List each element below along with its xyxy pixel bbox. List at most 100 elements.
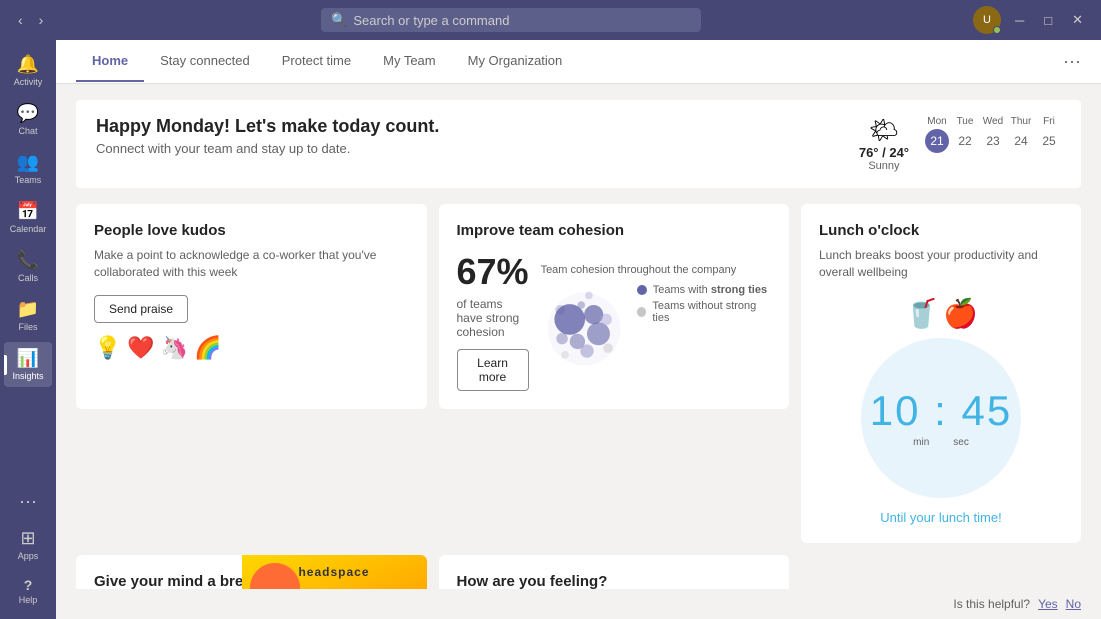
sidebar-item-activity[interactable]: 🔔 Activity xyxy=(4,48,52,93)
cal-day-fri: Fri 25 xyxy=(1037,116,1061,153)
lunch-icons: 🥤 🍎 xyxy=(904,297,978,330)
cohesion-header-text: Team cohesion throughout the company xyxy=(541,264,771,276)
feeling-title: How are you feeling? xyxy=(457,573,772,589)
sidebar-label-calendar: Calendar xyxy=(10,224,47,234)
nav-forward-button[interactable]: › xyxy=(33,10,50,30)
search-input[interactable] xyxy=(353,13,691,28)
headspace-logo: headspace xyxy=(298,565,369,579)
timer-min-label: min xyxy=(913,437,929,448)
lunch-subtitle: Until your lunch time! xyxy=(880,510,1001,525)
sidebar-item-apps[interactable]: ⊞ Apps xyxy=(4,522,52,567)
topnav-tabs: Home Stay connected Protect time My Team… xyxy=(76,41,578,82)
lunch-timer-area: 🥤 🍎 10 : 45 min sec Until your lunch tim… xyxy=(819,297,1063,525)
cohesion-bubble-chart xyxy=(541,284,627,374)
cal-day-name: Wed xyxy=(983,116,1003,127)
files-icon: 📁 xyxy=(17,299,39,320)
cal-day-num: 23 xyxy=(981,129,1005,153)
send-praise-button[interactable]: Send praise xyxy=(94,295,188,323)
search-icon: 🔍 xyxy=(331,12,347,28)
headspace-circle xyxy=(250,563,300,589)
sidebar-item-insights[interactable]: 📊 Insights xyxy=(4,342,52,387)
sidebar-item-calls[interactable]: 📞 Calls xyxy=(4,244,52,289)
cal-day-mon: Mon 21 xyxy=(925,116,949,153)
insights-icon: 📊 xyxy=(17,348,39,369)
sidebar-label-help: Help xyxy=(19,595,38,605)
cal-day-num-today: 21 xyxy=(925,129,949,153)
headspace-illustration: headspace 😌 xyxy=(242,555,427,589)
cal-day-num: 24 xyxy=(1009,129,1033,153)
sidebar-label-calls: Calls xyxy=(18,273,38,283)
avatar[interactable]: U xyxy=(973,6,1001,34)
helpful-text: Is this helpful? xyxy=(953,597,1030,611)
kudos-emoji-heart: ❤️ xyxy=(127,335,154,361)
cal-day-tue: Tue 22 xyxy=(953,116,977,153)
page-subtitle: Connect with your team and stay up to da… xyxy=(96,141,439,156)
tab-my-team[interactable]: My Team xyxy=(367,41,452,82)
drink-icon: 🥤 xyxy=(904,297,939,330)
weather-widget: 🌤 76° / 24° Sunny Mon 21 Tue 22 xyxy=(859,116,1061,172)
sidebar-item-more[interactable]: ··· xyxy=(4,485,52,518)
sidebar-item-teams[interactable]: 👥 Teams xyxy=(4,146,52,191)
topnav: Home Stay connected Protect time My Team… xyxy=(56,40,1101,84)
helpful-yes-button[interactable]: Yes xyxy=(1038,597,1058,611)
tab-protect-time[interactable]: Protect time xyxy=(266,41,367,82)
titlebar: ‹ › 🔍 U ─ □ ✕ xyxy=(0,0,1101,40)
lunch-card: Lunch o'clock Lunch breaks boost your pr… xyxy=(801,204,1081,543)
calendar-icon: 📅 xyxy=(17,201,39,222)
sidebar-label-apps: Apps xyxy=(18,551,39,561)
header-section: Happy Monday! Let's make today count. Co… xyxy=(76,100,1081,188)
sidebar-label-insights: Insights xyxy=(12,371,43,381)
cohesion-percent: 67% xyxy=(457,251,529,293)
kudos-emoji-unicorn: 🦄 xyxy=(161,335,188,361)
helpful-footer: Is this helpful? Yes No xyxy=(56,589,1101,619)
titlebar-search-container: 🔍 xyxy=(321,8,701,32)
page-body: Happy Monday! Let's make today count. Co… xyxy=(56,84,1101,589)
tab-home[interactable]: Home xyxy=(76,41,144,82)
sidebar-item-help[interactable]: ? Help xyxy=(4,571,52,611)
titlebar-left: ‹ › xyxy=(12,10,49,30)
cal-day-name: Mon xyxy=(927,116,946,127)
cal-day-num: 25 xyxy=(1037,129,1061,153)
break-card: Give your mind a break Headspace's scien… xyxy=(76,555,427,589)
titlebar-nav: ‹ › xyxy=(12,10,49,30)
sidebar: 🔔 Activity 💬 Chat 👥 Teams 📅 Calendar 📞 C… xyxy=(0,40,56,619)
close-button[interactable]: ✕ xyxy=(1066,10,1089,30)
page-title: Happy Monday! Let's make today count. xyxy=(96,116,439,137)
cal-day-name: Thur xyxy=(1011,116,1032,127)
helpful-no-button[interactable]: No xyxy=(1066,597,1081,611)
cohesion-left: 67% of teams have strong cohesion Learn … xyxy=(457,247,529,391)
sidebar-item-files[interactable]: 📁 Files xyxy=(4,293,52,338)
cohesion-legend: Teams with strong ties Teams without str… xyxy=(637,284,771,324)
legend-item-strong: Teams with strong ties xyxy=(637,284,771,296)
lunch-description: Lunch breaks boost your productivity and… xyxy=(819,247,1063,281)
cal-day-wed: Wed 23 xyxy=(981,116,1005,153)
content-area: Home Stay connected Protect time My Team… xyxy=(56,40,1101,619)
avatar-status-dot xyxy=(993,26,1001,34)
kudos-title: People love kudos xyxy=(94,222,409,239)
weather-icon: 🌤 xyxy=(859,116,909,145)
sidebar-item-chat[interactable]: 💬 Chat xyxy=(4,97,52,142)
legend-label-weak: Teams without strong ties xyxy=(652,300,771,324)
minimize-button[interactable]: ─ xyxy=(1009,11,1030,30)
feeling-card: How are you feeling? 😄 🙂 😐 😕 😠 By select… xyxy=(439,555,790,589)
sidebar-label-activity: Activity xyxy=(14,77,43,87)
apple-icon: 🍎 xyxy=(943,297,978,330)
cohesion-title: Improve team cohesion xyxy=(457,222,772,239)
main-layout: 🔔 Activity 💬 Chat 👥 Teams 📅 Calendar 📞 C… xyxy=(0,40,1101,619)
timer-display: 10 : 45 xyxy=(870,387,1012,435)
tab-stay-connected[interactable]: Stay connected xyxy=(144,41,266,82)
more-icon: ··· xyxy=(19,491,37,512)
cohesion-desc: of teams have strong cohesion xyxy=(457,297,529,339)
learn-more-button[interactable]: Learn more xyxy=(457,349,529,391)
nav-back-button[interactable]: ‹ xyxy=(12,10,29,30)
sidebar-item-calendar[interactable]: 📅 Calendar xyxy=(4,195,52,240)
top-cards-grid: People love kudos Make a point to acknow… xyxy=(76,204,1081,543)
legend-dot-weak xyxy=(637,307,647,317)
kudos-emojis: 💡 ❤️ 🦄 🌈 xyxy=(94,335,409,361)
calls-icon: 📞 xyxy=(17,250,39,271)
weather-temp: 76° / 24° xyxy=(859,145,909,160)
topnav-more-button[interactable]: ··· xyxy=(1063,51,1081,72)
kudos-description: Make a point to acknowledge a co-worker … xyxy=(94,247,409,281)
tab-my-organization[interactable]: My Organization xyxy=(452,41,579,82)
maximize-button[interactable]: □ xyxy=(1038,11,1058,30)
